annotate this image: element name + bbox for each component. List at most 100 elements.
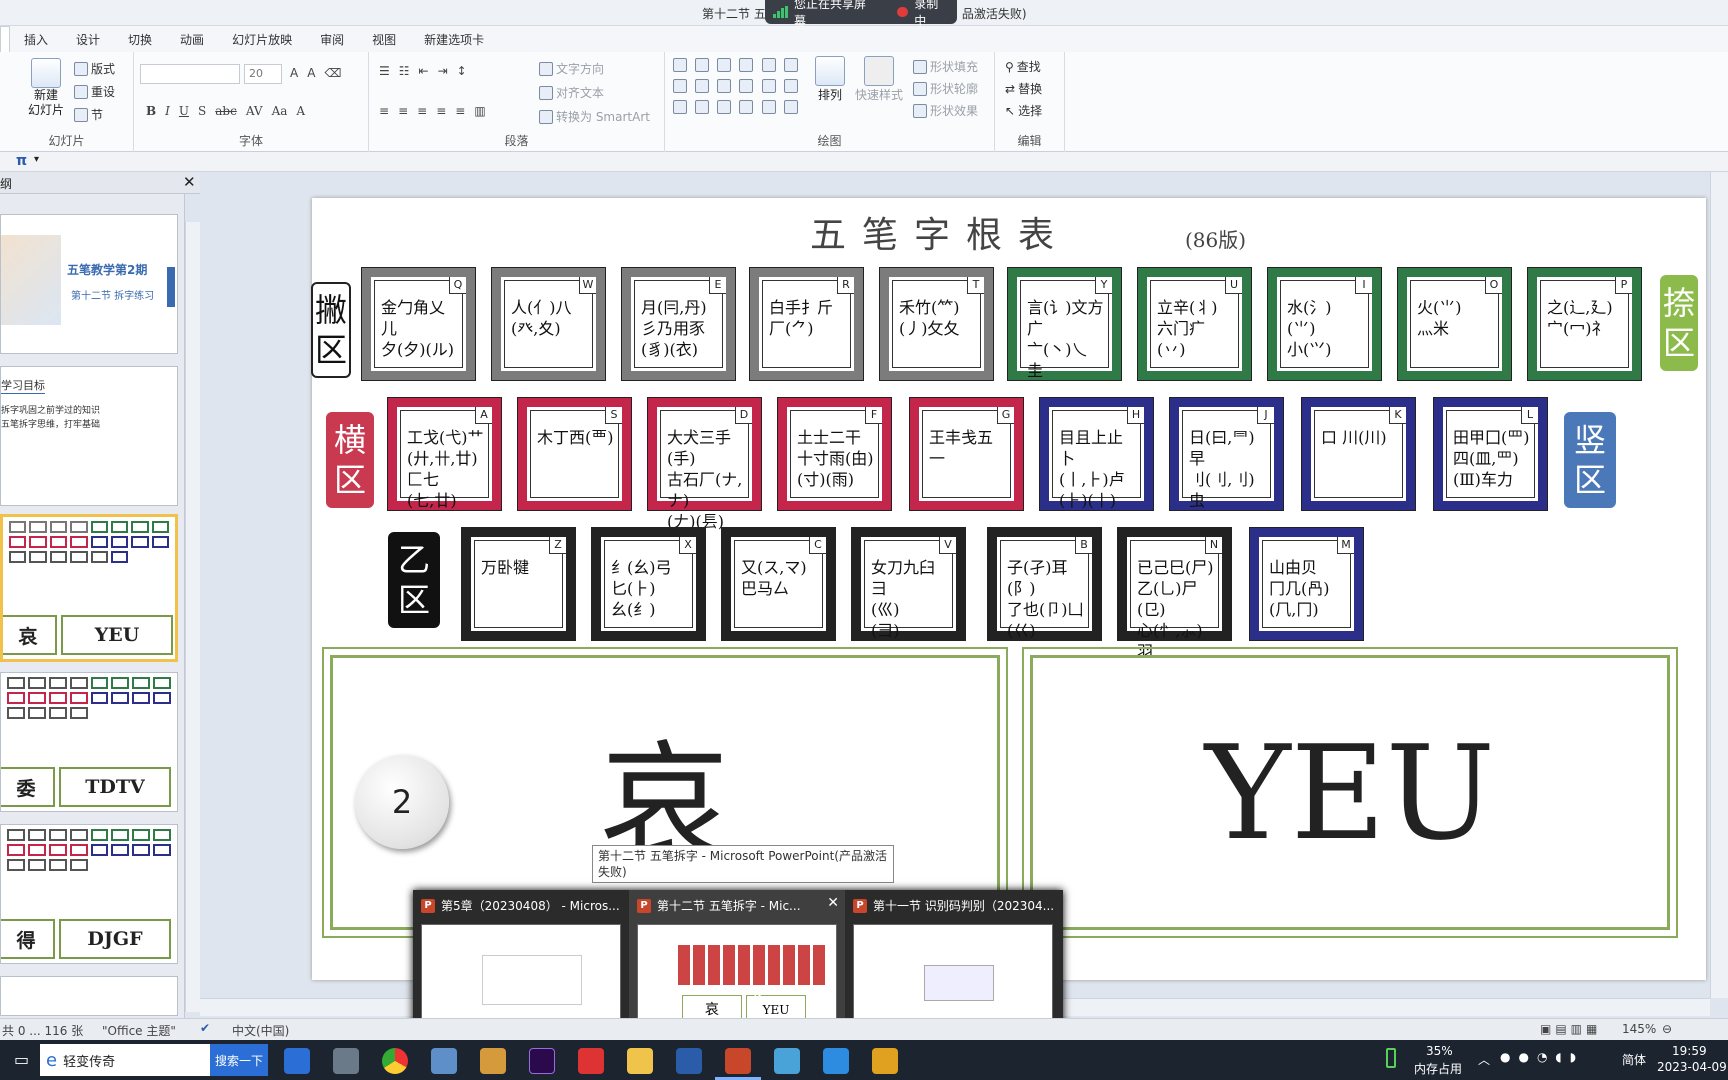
tray-chevron-icon[interactable]: ︿ [1478, 1051, 1490, 1068]
clock-date[interactable]: 2023-04-09 [1657, 1060, 1727, 1074]
indent-icon[interactable]: ⇤ [419, 64, 429, 78]
premiere-icon[interactable] [529, 1048, 555, 1074]
columns-icon[interactable]: ▥ [474, 104, 485, 118]
task-view-icon[interactable]: ▭ [14, 1050, 29, 1069]
align-text-button[interactable]: 对齐文本 [539, 84, 604, 101]
slide-thumb-6[interactable] [0, 976, 178, 1016]
grow-font-button[interactable]: A [290, 66, 298, 80]
zoom-level[interactable]: 145% [1622, 1022, 1656, 1036]
select-button[interactable]: ↖ 选择 [1005, 102, 1042, 119]
chevron-down-icon[interactable]: ▾ [34, 154, 39, 165]
align-right-icon[interactable]: ≡ [417, 104, 427, 118]
ime-indicator[interactable]: 简体 [1622, 1051, 1646, 1068]
tab-slideshow[interactable]: 幻灯片放映 [218, 26, 306, 52]
text-direction-button[interactable]: 文字方向 [539, 60, 604, 77]
line-spacing-icon[interactable]: ↕ [457, 64, 467, 78]
italic-button[interactable]: I [165, 104, 170, 118]
tab-animations[interactable]: 动画 [166, 26, 218, 52]
app-icon[interactable] [578, 1048, 604, 1074]
notes-icon[interactable] [431, 1048, 457, 1074]
tab-transitions[interactable]: 切换 [114, 26, 166, 52]
shadow-button[interactable]: S [198, 104, 206, 118]
paint-icon[interactable] [480, 1048, 506, 1074]
arrange-button[interactable]: 排列 [815, 56, 845, 103]
key-v: V 女刀九臼彐 (巛) (彐) [851, 527, 966, 641]
case-button[interactable]: Aa [272, 104, 288, 118]
font-color-button[interactable]: A [296, 104, 305, 118]
find-button[interactable]: ⚲ 查找 [1005, 58, 1041, 75]
bold-button[interactable]: B [146, 104, 156, 118]
font-size-combo[interactable]: 20 [244, 64, 282, 84]
slide-thumb-2[interactable]: 学习目标 拆字巩固之前学过的知识 五笔拆字思维，打牢基础 [0, 366, 178, 506]
quick-styles-button[interactable]: 快速样式 [855, 56, 903, 103]
shape-effects-button[interactable]: 形状效果 [913, 102, 978, 119]
shape-fill-button[interactable]: 形状填充 [913, 58, 978, 75]
tools-icon[interactable] [333, 1048, 359, 1074]
slide-thumb-5[interactable]: 得 DJGF [0, 824, 178, 964]
slide-thumb-3[interactable]: 哀 YEU [0, 514, 178, 662]
slide-thumb-4[interactable]: 委 TDTV [0, 672, 178, 812]
tab-new[interactable]: 新建选项卡 [410, 26, 498, 52]
replace-button[interactable]: ⇄ 替换 [1005, 80, 1042, 97]
tab-insert[interactable]: 插入 [10, 26, 62, 52]
vertical-scrollbar[interactable] [1710, 172, 1728, 998]
key-letter: E [709, 277, 726, 294]
spacing-button[interactable]: AV [246, 104, 263, 118]
layout-button[interactable]: 版式 [74, 60, 115, 77]
strike-button[interactable]: abc [215, 104, 237, 118]
reset-button[interactable]: 重设 [74, 83, 115, 100]
screen-icon[interactable] [774, 1048, 800, 1074]
view-buttons[interactable]: ▣▤▥▦ [1540, 1022, 1601, 1036]
zoom-out-icon[interactable]: ⊖ [1662, 1022, 1672, 1036]
shrink-font-button[interactable]: A [307, 66, 315, 80]
shape-outline-button[interactable]: 形状轮廓 [913, 80, 978, 97]
image-app-icon[interactable] [872, 1048, 898, 1074]
outline-tab[interactable]: 纲 [0, 175, 12, 192]
edge-icon[interactable] [284, 1048, 310, 1074]
chart-version: (86版) [1185, 228, 1247, 252]
shapes-gallery[interactable] [673, 58, 803, 118]
key-p: P 之(辶,廴) 宀(冖)礻 [1527, 267, 1642, 381]
mini-chart [3, 517, 175, 567]
share-text: 您正在共享屏幕 [794, 0, 867, 28]
screen-share-indicator[interactable]: 您正在共享屏幕 录制中 [765, 0, 957, 28]
font-group-label: 字体 [238, 134, 263, 148]
panel-scrollbar[interactable] [185, 222, 200, 1012]
bullets-icon[interactable]: ☰ [379, 64, 390, 78]
tray-icons[interactable]: ●●◔◖◗ [1500, 1050, 1584, 1064]
font-name-combo[interactable] [140, 64, 240, 84]
clear-format-button[interactable]: ⌫ [324, 66, 341, 80]
word-icon[interactable] [676, 1048, 702, 1074]
align-center-icon[interactable]: ≡ [398, 104, 408, 118]
new-slide-button[interactable]: 新建 幻灯片 [26, 58, 66, 118]
equation-button[interactable]: π [16, 153, 27, 169]
key-radicals: 言(讠)文方广 亠(丶)乀 圭 [1027, 298, 1104, 380]
clock-time[interactable]: 19:59 [1672, 1044, 1707, 1058]
tab-view[interactable]: 视图 [358, 26, 410, 52]
tab-home[interactable] [0, 26, 10, 52]
spellcheck-icon[interactable]: ✔ [200, 1021, 210, 1035]
search-input[interactable]: e 轻变传奇 [40, 1044, 210, 1076]
numbering-icon[interactable]: ☷ [399, 64, 410, 78]
close-icon[interactable]: ✕ [827, 895, 839, 911]
outdent-icon[interactable]: ⇥ [438, 64, 448, 78]
textbox-shape-icon [673, 58, 687, 72]
meeting-icon[interactable] [823, 1048, 849, 1074]
close-icon[interactable]: ✕ [183, 173, 196, 191]
folder-icon[interactable] [627, 1048, 653, 1074]
align-left-icon[interactable]: ≡ [379, 104, 389, 118]
battery-icon[interactable] [1386, 1048, 1396, 1068]
chrome-icon[interactable] [382, 1048, 408, 1074]
tab-review[interactable]: 审阅 [306, 26, 358, 52]
language[interactable]: 中文(中国) [232, 1022, 289, 1039]
search-button[interactable]: 搜索一下 [210, 1044, 268, 1076]
justify-icon[interactable]: ≡ [436, 104, 446, 118]
underline-button[interactable]: U [179, 104, 189, 118]
distribute-icon[interactable]: ≡ [455, 104, 465, 118]
tab-design[interactable]: 设计 [62, 26, 114, 52]
powerpoint-taskbar-icon[interactable] [725, 1048, 751, 1074]
smartart-button[interactable]: 转换为 SmartArt [539, 108, 650, 125]
section-button[interactable]: 节 [74, 106, 103, 123]
memory-label: 内存占用 [1414, 1062, 1463, 1076]
slide-thumb-1[interactable]: 五笔教学第2期 第十二节 拆字练习 [0, 214, 178, 354]
